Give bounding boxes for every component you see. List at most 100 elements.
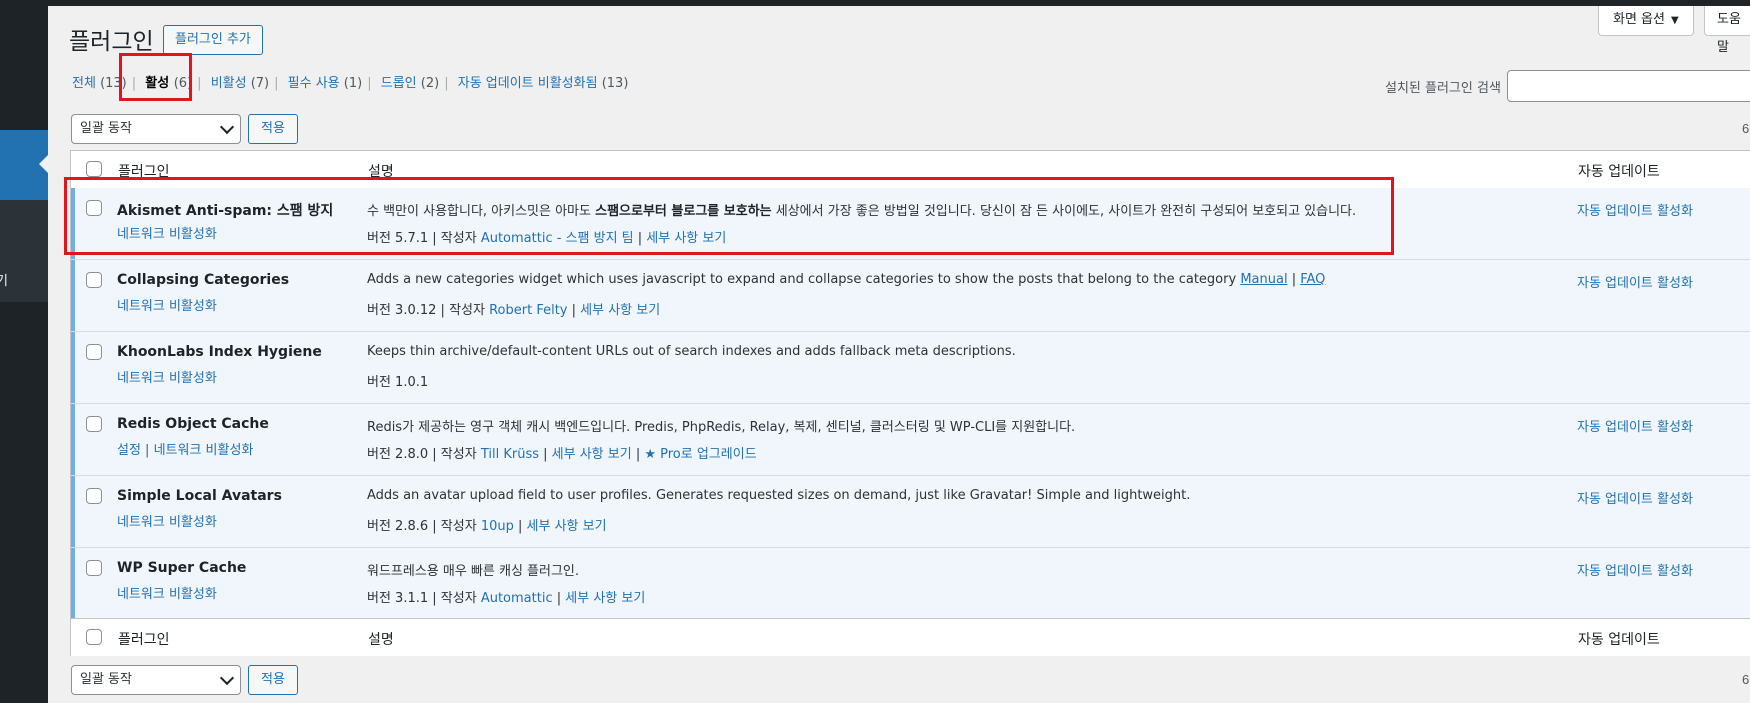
network-deactivate-link[interactable]: 네트워크 비활성화 xyxy=(117,371,217,386)
network-deactivate-link[interactable]: 네트워크 비활성화 xyxy=(117,299,217,314)
filter-auto-update-disabled[interactable]: 자동 업데이트 비활성화됨 (13) xyxy=(458,76,629,91)
bulk-action-select-bottom[interactable]: 일괄 동작 xyxy=(71,665,241,695)
row-actions: 네트워크 비활성화 xyxy=(117,511,217,530)
bulk-action-value: 일괄 동작 xyxy=(80,672,132,687)
plugin-meta: 버전 5.7.1 | 작성자 Automattic - 스팸 방지 팀 | 세부… xyxy=(367,231,727,246)
row-actions: 네트워크 비활성화 xyxy=(117,367,217,386)
table-footer: 플러그인 설명 자동 업데이트 xyxy=(71,618,1750,656)
plugin-meta: 버전 3.1.1 | 작성자 Automattic | 세부 사항 보기 xyxy=(367,591,646,606)
chevron-down-icon xyxy=(219,670,235,686)
author-link[interactable]: Robert Felty xyxy=(489,303,567,318)
items-count-bottom: 6 xyxy=(1742,672,1750,687)
add-plugin-button[interactable]: 플러그인 추가 xyxy=(163,25,263,55)
active-indicator xyxy=(71,260,75,331)
view-details-link[interactable]: 세부 사항 보기 xyxy=(565,591,645,606)
plugin-name: Simple Local Avatars xyxy=(117,488,282,504)
author-link[interactable]: Automattic - 스팸 방지 팀 xyxy=(481,231,634,246)
filter-all[interactable]: 전체 (13) xyxy=(72,76,127,91)
bulk-action-select-top[interactable]: 일괄 동작 xyxy=(71,114,241,144)
view-details-link[interactable]: 세부 사항 보기 xyxy=(552,447,632,462)
enable-auto-update-link[interactable]: 자동 업데이트 활성화 xyxy=(1577,488,1693,507)
help-label: 도움말 xyxy=(1717,12,1741,55)
items-count-top: 6 xyxy=(1742,121,1750,136)
select-all-checkbox[interactable] xyxy=(86,161,102,177)
active-indicator xyxy=(71,476,75,547)
settings-link[interactable]: 설정 xyxy=(117,443,141,458)
author-link[interactable]: 10up xyxy=(481,519,514,534)
apply-button-top[interactable]: 적용 xyxy=(248,114,298,144)
chevron-down-icon xyxy=(219,119,235,135)
column-plugin: 플러그인 xyxy=(118,164,170,180)
network-deactivate-link[interactable]: 네트워크 비활성화 xyxy=(117,587,217,602)
plugin-meta: 버전 1.0.1 xyxy=(367,375,429,390)
column-auto-updates: 자동 업데이트 xyxy=(1578,164,1660,180)
plugin-description: 워드프레스용 매우 빠른 캐싱 플러그인. xyxy=(367,564,580,579)
view-details-link[interactable]: 세부 사항 보기 xyxy=(580,303,660,318)
author-link[interactable]: Till Krüss xyxy=(481,447,539,462)
filter-dropins[interactable]: 드롭인 (2) xyxy=(381,76,439,91)
plugin-description: Adds a new categories widget which uses … xyxy=(367,272,1326,287)
plugin-description: 수 백만이 사용합니다, 아키스밋은 아마도 스팸으로부터 블로그를 보호하는 … xyxy=(367,204,1357,219)
row-actions: 네트워크 비활성화 xyxy=(117,583,217,602)
row-actions: 네트워크 비활성화 xyxy=(117,223,217,242)
plugin-meta: 버전 2.8.6 | 작성자 10up | 세부 사항 보기 xyxy=(367,519,607,534)
bulk-action-value: 일괄 동작 xyxy=(80,121,132,136)
apply-button-bottom[interactable]: 적용 xyxy=(248,665,298,695)
faq-link[interactable]: FAQ xyxy=(1300,272,1325,287)
network-deactivate-link[interactable]: 네트워크 비활성화 xyxy=(154,443,254,458)
plugin-name: WP Super Cache xyxy=(117,560,247,576)
enable-auto-update-link[interactable]: 자동 업데이트 활성화 xyxy=(1577,272,1693,291)
upgrade-pro-link[interactable]: ★ Pro로 업그레이드 xyxy=(644,447,756,462)
table-header: 플러그인 설명 자동 업데이트 xyxy=(71,151,1750,189)
enable-auto-update-link[interactable]: 자동 업데이트 활성화 xyxy=(1577,416,1693,435)
row-checkbox[interactable] xyxy=(86,272,102,288)
column-description: 설명 xyxy=(368,164,394,180)
sidebar-current-arrow xyxy=(39,155,48,173)
row-checkbox[interactable] xyxy=(86,488,102,504)
row-checkbox[interactable] xyxy=(86,344,102,360)
row-checkbox[interactable] xyxy=(86,200,102,216)
filter-must-use[interactable]: 필수 사용 (1) xyxy=(288,76,363,91)
network-deactivate-link[interactable]: 네트워크 비활성화 xyxy=(117,515,217,530)
screen-options-button[interactable]: 화면 옵션 ▼ xyxy=(1598,6,1694,36)
active-indicator xyxy=(71,404,75,475)
column-description: 설명 xyxy=(368,632,394,648)
row-checkbox[interactable] xyxy=(86,416,102,432)
search-input[interactable] xyxy=(1507,70,1750,102)
help-button[interactable]: 도움말 xyxy=(1704,6,1750,55)
row-actions: 네트워크 비활성화 xyxy=(117,295,217,314)
active-indicator xyxy=(71,188,75,259)
admin-sidebar: 기 xyxy=(0,6,48,703)
plugin-name: KhoonLabs Index Hygiene xyxy=(117,344,322,360)
select-all-checkbox-footer[interactable] xyxy=(86,629,102,645)
plugin-meta: 버전 2.8.0 | 작성자 Till Krüss | 세부 사항 보기 | ★… xyxy=(367,447,757,462)
table-row: Simple Local Avatars 네트워크 비활성화 Adds an a… xyxy=(71,476,1750,548)
filter-active[interactable]: 활성 (6) xyxy=(145,76,192,91)
column-plugin: 플러그인 xyxy=(118,632,170,648)
screen-options-label: 화면 옵션 xyxy=(1613,12,1665,27)
enable-auto-update-link[interactable]: 자동 업데이트 활성화 xyxy=(1577,200,1693,219)
row-checkbox[interactable] xyxy=(86,560,102,576)
view-details-link[interactable]: 세부 사항 보기 xyxy=(646,231,726,246)
filter-inactive[interactable]: 비활성 (7) xyxy=(211,76,269,91)
page-title: 플러그인 xyxy=(69,29,154,55)
author-link[interactable]: Automattic xyxy=(481,591,553,606)
plugin-description: Adds an avatar upload field to user prof… xyxy=(367,488,1191,503)
network-deactivate-link[interactable]: 네트워크 비활성화 xyxy=(117,227,217,242)
star-icon: ★ xyxy=(644,447,656,462)
column-auto-updates: 자동 업데이트 xyxy=(1578,632,1660,648)
plugin-status-filters: 전체 (13) | 활성 (6) | 비활성 (7) | 필수 사용 (1) | 드롭인… xyxy=(72,76,629,91)
active-indicator xyxy=(71,548,75,618)
table-row: KhoonLabs Index Hygiene 네트워크 비활성화 Keeps … xyxy=(71,332,1750,404)
table-row: Akismet Anti-spam: 스팸 방지 네트워크 비활성화 수 백만이… xyxy=(71,188,1750,260)
search-label: 설치된 플러그인 검색 xyxy=(1385,81,1501,96)
sidebar-item-label[interactable]: 기 xyxy=(0,270,8,289)
plugin-description: Redis가 제공하는 영구 객체 캐시 백엔드입니다. Predis, Php… xyxy=(367,420,1076,435)
table-row: WP Super Cache 네트워크 비활성화 워드프레스용 매우 빠른 캐싱… xyxy=(71,548,1750,618)
plugin-meta: 버전 3.0.12 | 작성자 Robert Felty | 세부 사항 보기 xyxy=(367,303,661,318)
view-details-link[interactable]: 세부 사항 보기 xyxy=(527,519,607,534)
manual-link[interactable]: Manual xyxy=(1240,272,1287,287)
plugin-name: Redis Object Cache xyxy=(117,416,269,432)
active-indicator xyxy=(71,332,75,403)
enable-auto-update-link[interactable]: 자동 업데이트 활성화 xyxy=(1577,560,1693,579)
